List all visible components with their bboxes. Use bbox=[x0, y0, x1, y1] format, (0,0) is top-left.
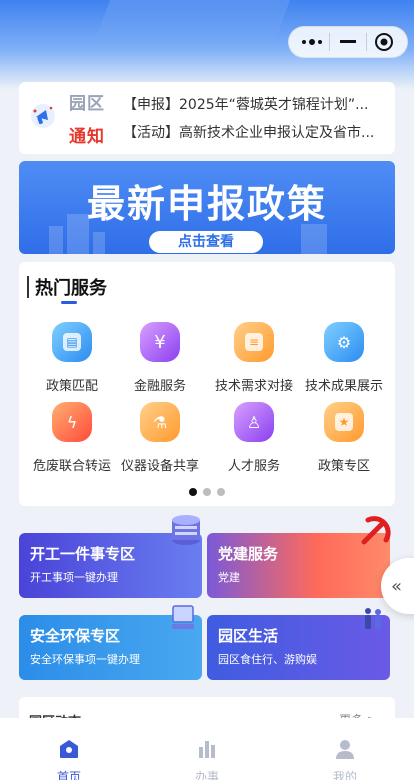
service-label: 政策匹配 bbox=[45, 379, 98, 394]
building-decoration bbox=[301, 224, 327, 254]
service-label: 危废联合转运 bbox=[32, 459, 111, 474]
card-title: 园区生活 bbox=[218, 627, 279, 645]
person-icon: ♙ bbox=[234, 402, 274, 442]
page-dot[interactable] bbox=[217, 488, 225, 496]
home-icon bbox=[60, 740, 78, 758]
service-label: 技术成果展示 bbox=[304, 379, 383, 394]
service-equipment-sharing[interactable]: ⚗ 仪器设备共享 bbox=[113, 402, 207, 474]
service-tech-demand[interactable]: ≡ 技术需求对接 bbox=[207, 322, 301, 394]
card-subtitle: 安全环保事项一键办理 bbox=[30, 653, 140, 666]
user-icon bbox=[336, 740, 354, 759]
notice-item[interactable]: 【申报】2025年“蓉城英才锦程计划”... bbox=[123, 94, 389, 114]
policy-zone-icon: ★ bbox=[324, 402, 364, 442]
service-policy-zone[interactable]: ★ 政策专区 bbox=[297, 402, 391, 474]
service-label: 技术需求对接 bbox=[214, 379, 293, 394]
tab-home[interactable]: 首页 bbox=[19, 718, 119, 780]
card-subtitle: 党建 bbox=[218, 571, 240, 584]
more-dots-icon bbox=[301, 39, 322, 45]
party-emblem-icon bbox=[358, 514, 392, 552]
people-icon bbox=[360, 606, 386, 638]
building-decoration bbox=[93, 232, 105, 254]
card-title: 安全环保专区 bbox=[30, 627, 121, 645]
flask-icon: ⚗ bbox=[140, 402, 180, 442]
bar-chart-icon bbox=[199, 741, 215, 758]
notice-item[interactable]: 【活动】高新技术企业申报认定及省市... bbox=[123, 122, 389, 142]
notice-bar[interactable]: 园区 通知 【申报】2025年“蓉城英才锦程计划”... 【活动】高新技术企业申… bbox=[19, 82, 395, 154]
capsule-divider bbox=[329, 33, 331, 51]
mini-program-capsule bbox=[288, 26, 408, 58]
close-miniprogram-button[interactable] bbox=[368, 30, 400, 54]
bottom-tabbar: 首页 办事 我的 bbox=[0, 718, 414, 780]
double-chevron-left-icon: « bbox=[391, 575, 403, 597]
page-dot[interactable] bbox=[203, 488, 211, 496]
service-label: 金融服务 bbox=[133, 379, 186, 394]
stack-icon bbox=[170, 512, 202, 550]
service-label: 人才服务 bbox=[227, 459, 280, 474]
page-indicator bbox=[19, 488, 395, 496]
banner-title: 最新申报政策 bbox=[86, 182, 327, 226]
card-title: 开工一件事专区 bbox=[30, 545, 136, 563]
page-dot-active[interactable] bbox=[189, 488, 197, 496]
yuan-icon: ¥ bbox=[140, 322, 180, 362]
tab-label: 首页 bbox=[56, 770, 81, 780]
service-tech-showcase[interactable]: ⚙ 技术成果展示 bbox=[297, 322, 391, 394]
service-hazardous-waste[interactable]: ϟ 危废联合转运 bbox=[25, 402, 119, 474]
policy-match-icon: ▤ bbox=[52, 322, 92, 362]
tab-profile[interactable]: 我的 bbox=[295, 718, 395, 780]
service-talent[interactable]: ♙ 人才服务 bbox=[207, 402, 301, 474]
service-financial[interactable]: ¥ 金融服务 bbox=[113, 322, 207, 394]
minimize-icon bbox=[339, 40, 356, 43]
notice-tag-park: 园区 bbox=[69, 94, 105, 114]
capsule-divider bbox=[365, 33, 367, 51]
tab-label: 办事 bbox=[194, 770, 219, 780]
more-options-button[interactable] bbox=[296, 30, 328, 54]
service-label: 政策专区 bbox=[317, 459, 370, 474]
card-subtitle: 开工事项一键办理 bbox=[30, 571, 118, 584]
tab-services[interactable]: 办事 bbox=[157, 718, 257, 780]
title-underline bbox=[61, 301, 77, 304]
minimize-button[interactable] bbox=[332, 30, 364, 54]
service-policy-match[interactable]: ▤ 政策匹配 bbox=[25, 322, 119, 394]
policy-banner[interactable]: 最新申报政策 点击查看 bbox=[19, 161, 395, 254]
document-icon: ≡ bbox=[234, 322, 274, 362]
megaphone-icon bbox=[29, 102, 59, 134]
monitor-icon bbox=[170, 604, 196, 636]
card-subtitle: 园区食住行、游购娱 bbox=[218, 653, 317, 666]
building-decoration bbox=[49, 226, 63, 254]
view-now-button[interactable]: 点击查看 bbox=[149, 231, 263, 253]
service-label: 仪器设备共享 bbox=[120, 459, 199, 474]
notice-tag: 园区 通知 bbox=[69, 89, 115, 147]
header-decoration bbox=[95, 0, 305, 40]
tab-label: 我的 bbox=[332, 770, 357, 780]
target-close-icon bbox=[375, 33, 394, 51]
section-marker bbox=[27, 276, 29, 298]
notice-tag-notice: 通知 bbox=[69, 127, 105, 147]
card-title: 党建服务 bbox=[218, 545, 279, 563]
hot-services-panel: 热门服务 ▤ 政策匹配 ¥ 金融服务 ≡ 技术需求对接 ⚙ 技术成果展示 ϟ 危… bbox=[19, 262, 395, 506]
services-title: 热门服务 bbox=[35, 278, 107, 299]
gear-icon: ⚙ bbox=[324, 322, 364, 362]
flame-icon: ϟ bbox=[52, 402, 92, 442]
view-now-label: 点击查看 bbox=[178, 234, 234, 250]
